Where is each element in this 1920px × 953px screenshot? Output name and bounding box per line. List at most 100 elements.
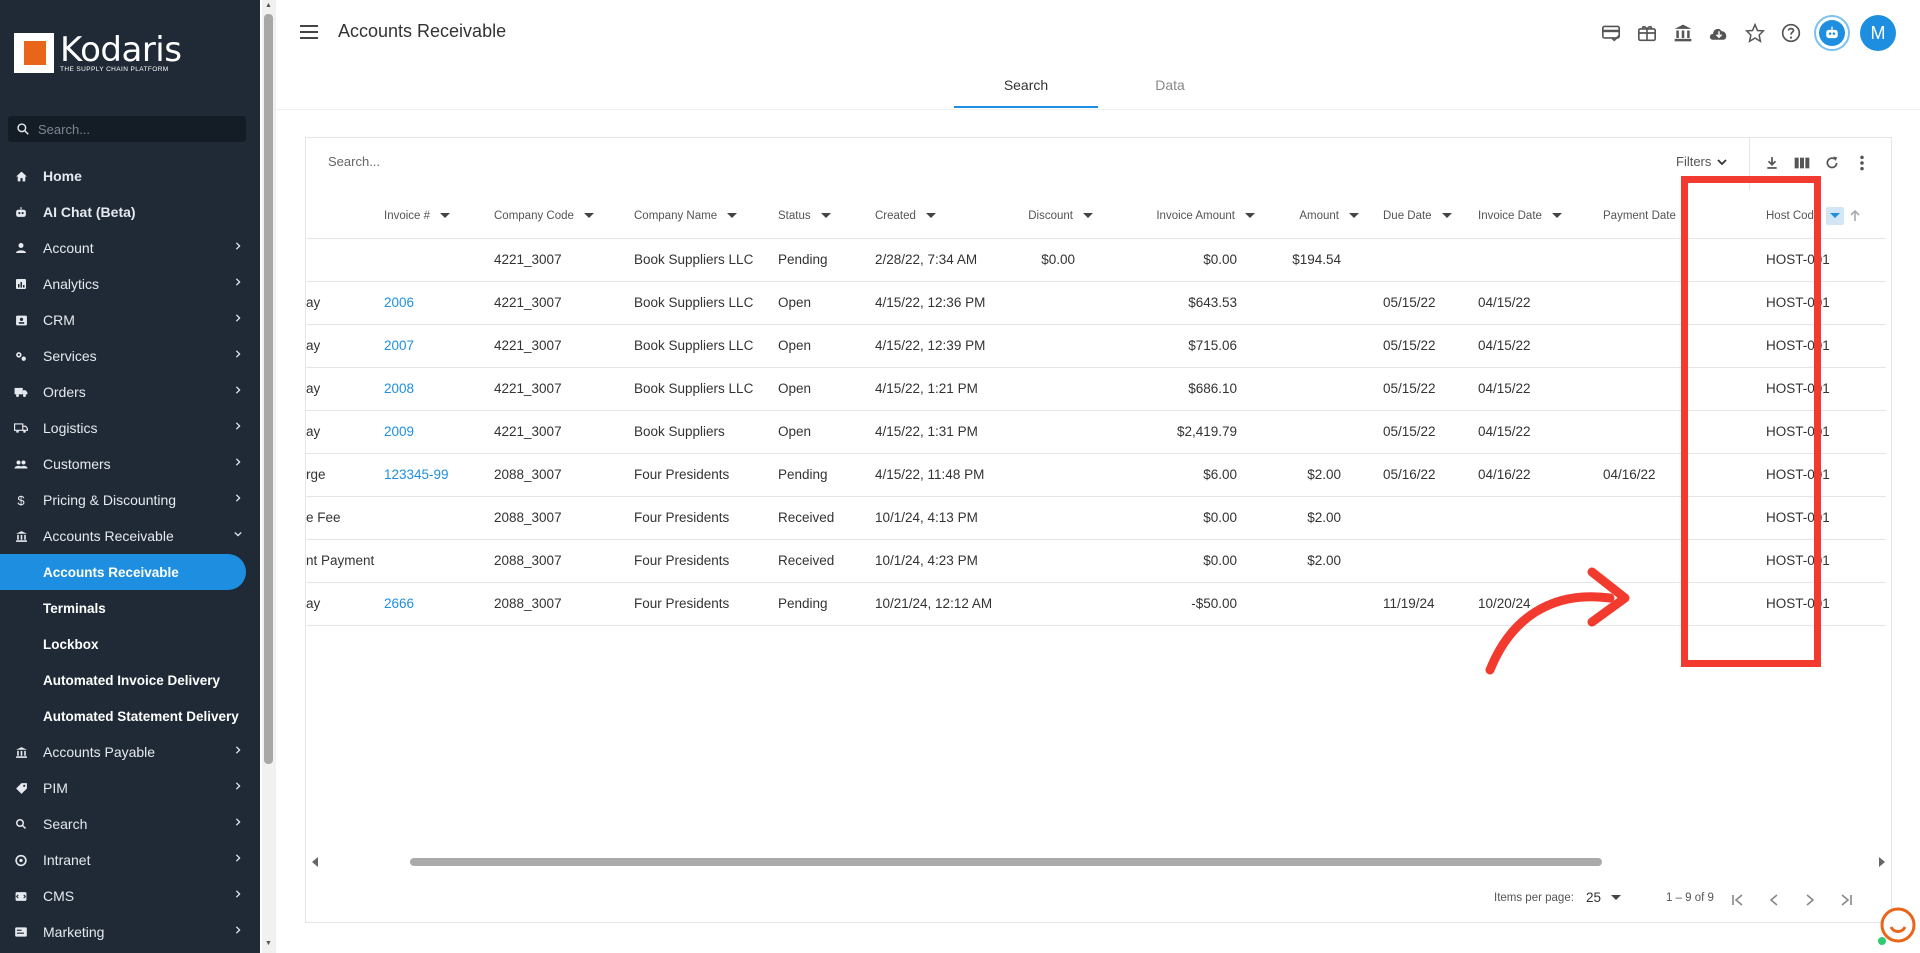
table-row[interactable]: rge 123345-99 2088_3007 Four Presidents Pend… — [306, 453, 1886, 497]
items-per-page-select[interactable]: 25 — [1586, 890, 1622, 905]
menu-icon[interactable] — [300, 25, 318, 39]
sidebar-item-logistics[interactable]: Logistics — [0, 410, 260, 446]
sidebar-item-cms[interactable]: CMS — [0, 878, 260, 914]
sidebar-item-orders[interactable]: Orders — [0, 374, 260, 410]
tab-data[interactable]: Data — [1098, 68, 1242, 108]
avatar[interactable]: M — [1860, 15, 1896, 51]
sidebar-item-account[interactable]: Account — [0, 230, 260, 266]
sort-arrow-up-icon[interactable] — [1850, 209, 1860, 222]
scroll-down-arrow-icon[interactable]: ▼ — [265, 940, 272, 947]
table-row[interactable]: ay 2007 4221_3007 Book Suppliers LLC Open 4/1… — [306, 324, 1886, 368]
sidebar-subitem-terminals[interactable]: Terminals — [0, 590, 260, 626]
sidebar-item-analytics[interactable]: Analytics — [0, 266, 260, 302]
column-header-company-code[interactable]: Company Code — [494, 194, 634, 239]
sidebar-item-accounts-payable[interactable]: Accounts Payable — [0, 734, 260, 770]
column-header-host-code[interactable]: Host Code — [1740, 194, 1886, 239]
cell-company-code: 2088_3007 — [494, 539, 634, 583]
table-row[interactable]: ay 2666 2088_3007 Four Presidents Pending 10/… — [306, 582, 1886, 626]
cell-invoice[interactable]: 2007 — [384, 324, 494, 368]
sidebar-item-services[interactable]: Services — [0, 338, 260, 374]
cell-host-code: HOST-001 — [1740, 453, 1886, 497]
cloud-download-icon[interactable] — [1706, 20, 1732, 46]
refresh-icon[interactable] — [1822, 153, 1842, 173]
cell-payment-date — [1603, 539, 1740, 583]
cell-invoice-date: 04/15/22 — [1478, 324, 1603, 368]
people-icon — [14, 457, 28, 471]
sidebar-item-accounts-receivable[interactable]: Accounts Receivable — [0, 518, 260, 554]
sidebar-subitem-invoice-delivery[interactable]: Automated Invoice Delivery — [0, 662, 260, 698]
column-menu-button[interactable] — [1826, 206, 1845, 225]
sidebar-item-ai-chat[interactable]: AI Chat (Beta) — [0, 194, 260, 230]
column-header-company-name[interactable]: Company Name — [634, 194, 778, 239]
sidebar-subitem-accounts-receivable[interactable]: Accounts Receivable — [0, 554, 246, 590]
bank-icon[interactable] — [1670, 20, 1696, 46]
sidebar-search[interactable] — [8, 116, 246, 142]
column-header-due-date[interactable]: Due Date — [1367, 194, 1478, 239]
sidebar-item-home[interactable]: Home — [0, 158, 260, 194]
download-icon[interactable] — [1762, 153, 1782, 173]
table-search-input[interactable] — [328, 154, 728, 169]
cell-invoice[interactable] — [384, 238, 494, 282]
cell-invoice[interactable] — [384, 496, 494, 540]
more-vert-icon[interactable] — [1852, 153, 1872, 173]
sidebar-item-search[interactable]: Search — [0, 806, 260, 842]
sidebar-item-pim[interactable]: PIM — [0, 770, 260, 806]
scroll-up-arrow-icon[interactable]: ▲ — [265, 2, 272, 9]
table-row[interactable]: 4221_3007 Book Suppliers LLC Pending 2/28/2… — [306, 238, 1886, 282]
sidebar-item-label: Marketing — [43, 924, 105, 940]
cell-company-code: 2088_3007 — [494, 453, 634, 497]
cell-invoice[interactable]: 2006 — [384, 281, 494, 325]
table-row[interactable]: e Fee 2088_3007 Four Presidents Received 10/… — [306, 496, 1886, 540]
column-header-amount[interactable]: Amount — [1263, 194, 1367, 239]
column-label: Created — [875, 209, 916, 222]
cell-invoice[interactable]: 123345-99 — [384, 453, 494, 497]
cell-company-name: Four Presidents — [634, 539, 778, 583]
table-search[interactable] — [328, 154, 728, 169]
ai-assistant-button[interactable] — [1814, 15, 1850, 51]
next-page-icon[interactable] — [1798, 888, 1822, 912]
column-header-invoice-date[interactable]: Invoice Date — [1478, 194, 1603, 239]
column-header-created[interactable]: Created — [875, 194, 1005, 239]
table-row[interactable]: ay 2008 4221_3007 Book Suppliers LLC Open 4/1… — [306, 367, 1886, 411]
star-icon[interactable] — [1742, 20, 1768, 46]
columns-icon[interactable] — [1792, 153, 1812, 173]
column-header-invoice[interactable]: Invoice # — [384, 194, 494, 239]
help-icon[interactable] — [1778, 20, 1804, 46]
kodaris-logo[interactable]: Kodaris THE SUPPLY CHAIN PLATFORM — [14, 32, 182, 73]
cell-status: Pending — [778, 582, 875, 626]
cell-invoice[interactable]: 2666 — [384, 582, 494, 626]
filters-button[interactable]: Filters — [1676, 154, 1728, 169]
sidebar-item-marketing[interactable]: Marketing — [0, 914, 260, 950]
gift-card-icon[interactable] — [1634, 20, 1660, 46]
table-row[interactable]: ay 2009 4221_3007 Book Suppliers Open 4/15/22… — [306, 410, 1886, 454]
column-header-payment-date[interactable]: Payment Date — [1603, 194, 1740, 239]
sidebar-search-input[interactable] — [38, 121, 228, 137]
payment-card-icon[interactable] — [1598, 20, 1624, 46]
sidebar-subitem-lockbox[interactable]: Lockbox — [0, 626, 260, 662]
column-header-invoice-amount[interactable]: Invoice Amount — [1101, 194, 1263, 239]
horizontal-scrollbar[interactable] — [306, 853, 1891, 869]
tab-search[interactable]: Search — [954, 68, 1098, 108]
sidebar-subitem-statement-delivery[interactable]: Automated Statement Delivery — [0, 698, 260, 734]
table-row[interactable]: ay 2006 4221_3007 Book Suppliers LLC Open 4/1… — [306, 281, 1886, 325]
previous-page-icon[interactable] — [1762, 888, 1786, 912]
scroll-right-arrow-icon[interactable] — [1879, 857, 1885, 867]
column-header-discount[interactable]: Discount — [1005, 194, 1101, 239]
sidebar-item-crm[interactable]: CRM — [0, 302, 260, 338]
column-header-type[interactable] — [306, 194, 384, 239]
sidebar-item-customers[interactable]: Customers — [0, 446, 260, 482]
table-row[interactable]: nt Payment 2088_3007 Four Presidents Receiv… — [306, 539, 1886, 583]
first-page-icon[interactable] — [1726, 888, 1750, 912]
sidebar-item-label: CRM — [43, 312, 75, 328]
cell-invoice[interactable] — [384, 539, 494, 583]
sidebar-item-pricing[interactable]: $ Pricing & Discounting — [0, 482, 260, 518]
chat-widget-icon[interactable] — [1876, 905, 1916, 945]
last-page-icon[interactable] — [1834, 888, 1858, 912]
scroll-left-arrow-icon[interactable] — [312, 857, 318, 867]
cell-invoice[interactable]: 2008 — [384, 367, 494, 411]
column-header-status[interactable]: Status — [778, 194, 875, 239]
sidebar-item-intranet[interactable]: Intranet — [0, 842, 260, 878]
sidebar-scrollbar-thumb[interactable] — [264, 14, 273, 764]
horizontal-scrollbar-thumb[interactable] — [410, 858, 1602, 866]
cell-invoice[interactable]: 2009 — [384, 410, 494, 454]
